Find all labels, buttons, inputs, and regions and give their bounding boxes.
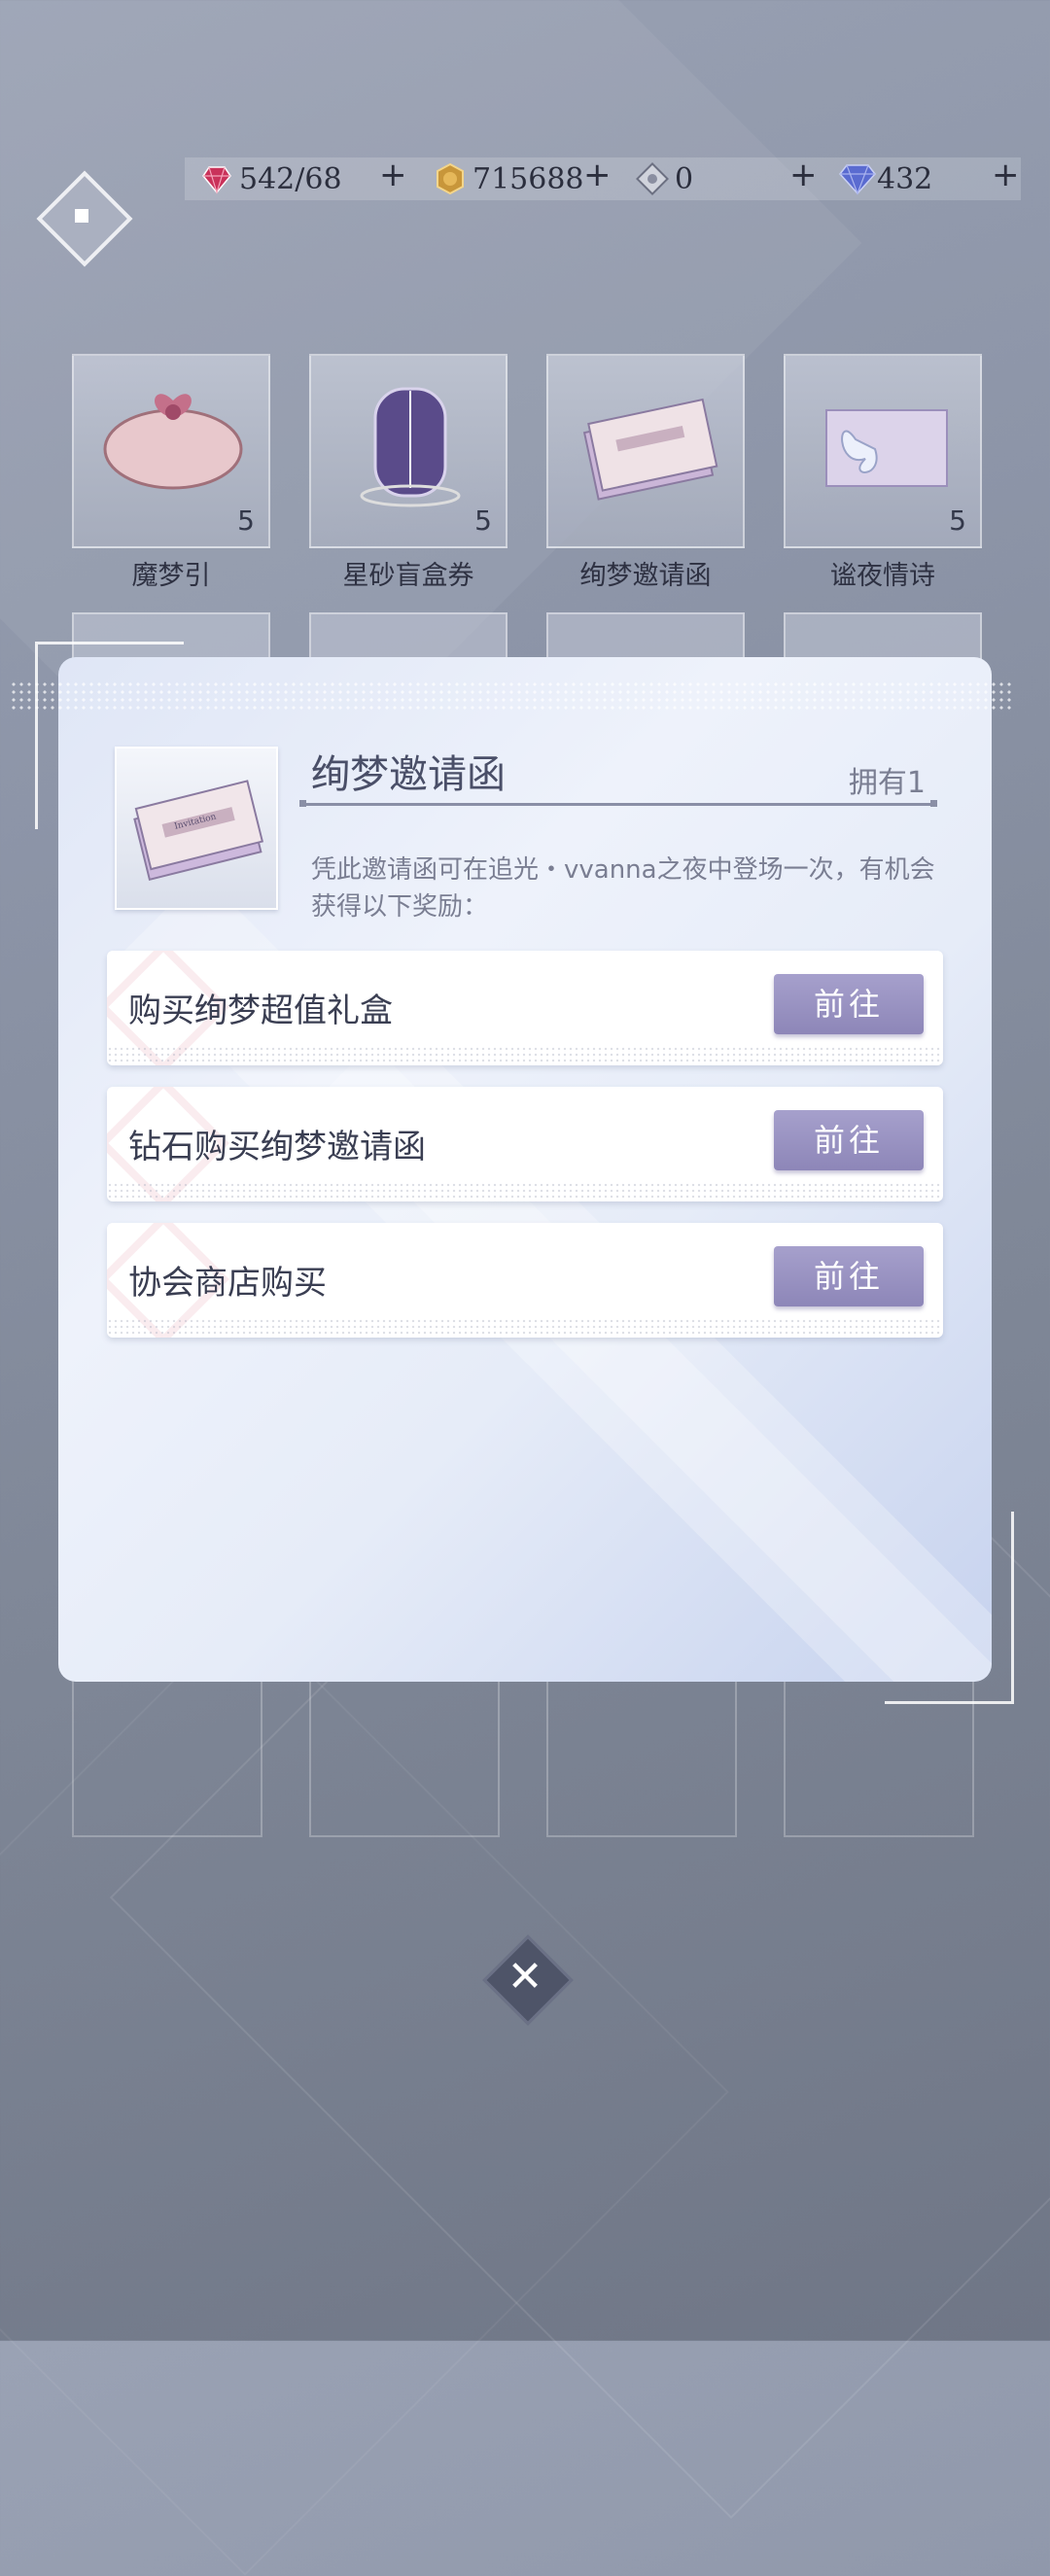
add-crystal-button[interactable]: + [789,156,818,194]
item-description: 凭此邀请函可在追光・vvanna之夜中登场一次，有机会获得以下奖励： [311,855,935,922]
item-art [95,381,251,507]
currency-stamina: 542/68 [200,157,342,200]
currency-gold: 715688 [434,157,584,200]
item-name: 绚梦邀请函 [579,561,712,591]
add-diamond-button[interactable]: + [992,156,1020,194]
decorative-dot-strip [10,680,1011,714]
item-name: 魔梦引 [131,561,211,591]
item-name: 星砂盲盒券 [342,561,474,591]
add-stamina-button[interactable]: + [379,156,407,194]
heart-gem-icon [200,162,233,195]
diamond-icon [838,162,876,195]
dialog-title: 绚梦邀请函 [311,752,506,797]
currency-diamond: 432 [838,157,932,200]
item-art [570,381,725,507]
item-card[interactable]: 5 [784,354,982,548]
item-name: 谧夜情诗 [830,561,935,591]
gold-coin-icon [434,162,467,195]
empty-slot [546,1672,737,1837]
corner-decoration [885,1512,1014,1704]
go-button[interactable]: 前往 [774,1110,924,1170]
empty-slot [72,1672,262,1837]
item-thumbnail: Invitation [115,747,278,910]
option-label: 协会商店购买 [128,1264,327,1303]
currency-crystal: 0 [636,157,693,200]
close-button[interactable]: ✕ [482,1934,574,2026]
go-button[interactable]: 前往 [774,974,924,1034]
silver-crystal-icon [636,162,669,195]
acquire-option: 钻石购买绚梦邀请函 前往 [107,1087,943,1201]
item-card[interactable]: 5 [72,354,270,548]
go-button[interactable]: 前往 [774,1246,924,1306]
item-art [332,381,488,507]
item-card[interactable]: 5 [309,354,508,548]
acquire-option: 协会商店购买 前往 [107,1223,943,1338]
acquire-option: 购买绚梦超值礼盒 前往 [107,951,943,1065]
item-card[interactable] [546,354,745,548]
option-label: 购买绚梦超值礼盒 [128,992,393,1030]
option-label: 钻石购买绚梦邀请函 [128,1128,426,1166]
add-gold-button[interactable]: + [583,156,612,194]
item-art [807,381,962,507]
empty-slot [309,1672,500,1837]
close-icon: ✕ [507,1952,543,2002]
owned-count: 拥有1 [848,766,926,800]
back-button[interactable] [36,170,133,267]
item-detail-dialog: Invitation 绚梦邀请函 拥有1 凭此邀请函可在追光・vvanna之夜中… [58,657,992,1682]
title-divider [299,800,937,807]
